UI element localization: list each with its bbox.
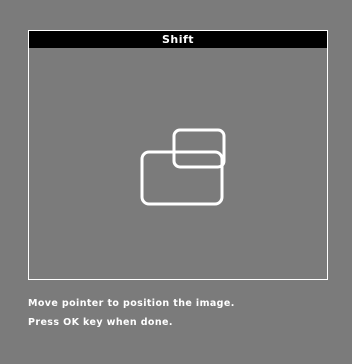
image-canvas[interactable] (29, 48, 327, 279)
shift-dialog: Shift (28, 30, 328, 280)
dialog-title: Shift (29, 31, 327, 48)
instruction-line-2: Press OK key when done. (28, 317, 173, 328)
instructions: Move pointer to position the image. Pres… (28, 294, 235, 332)
image-shift-icon (140, 128, 226, 206)
instruction-line-1: Move pointer to position the image. (28, 298, 235, 309)
